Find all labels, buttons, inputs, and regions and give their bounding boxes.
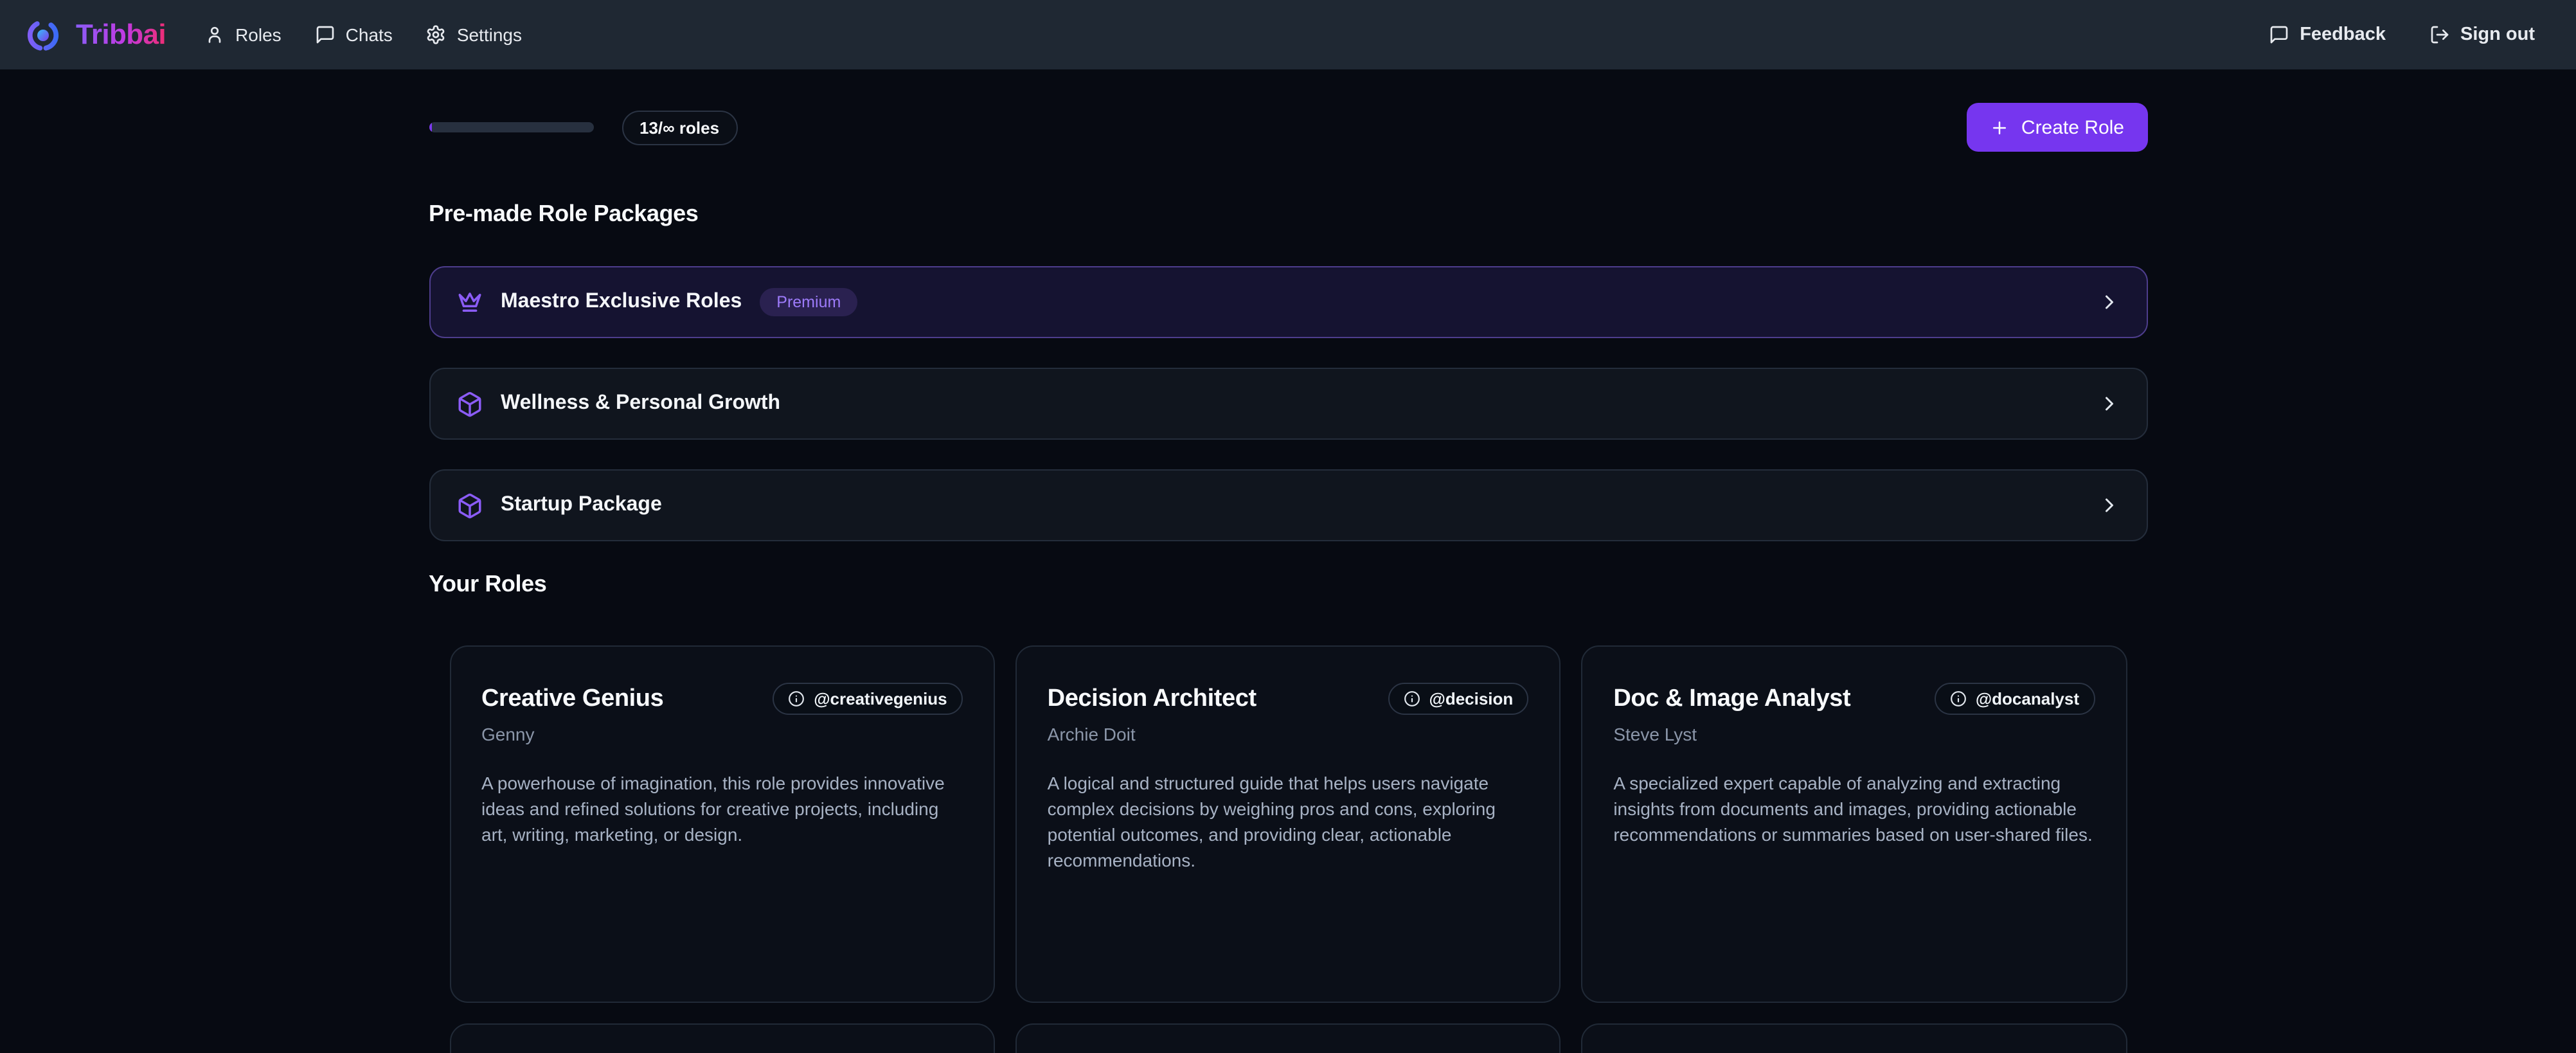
package-list: Maestro Exclusive Roles Premium Wellness… [429, 266, 2147, 541]
brand-name: Tribbai [76, 18, 166, 51]
nav-item-roles[interactable]: Roles [204, 24, 282, 45]
info-icon [788, 690, 805, 707]
nav-label: Roles [235, 24, 282, 45]
gear-icon [426, 24, 447, 45]
your-roles-section-title: Your Roles [429, 571, 2147, 598]
role-card-partial[interactable] [449, 1023, 995, 1053]
role-cards-grid: Creative Genius @creativegenius Genny A … [429, 645, 2147, 1053]
brand[interactable]: Tribbai [26, 17, 166, 52]
nav-label: Chats [346, 24, 393, 45]
role-subtitle: Archie Doit [1048, 724, 1529, 744]
package-row-maestro[interactable]: Maestro Exclusive Roles Premium [429, 266, 2147, 338]
info-icon [1950, 690, 1967, 707]
tribbai-logo-icon [26, 17, 60, 52]
card-header: Doc & Image Analyst @docanalyst [1613, 683, 2095, 715]
main-content: 13/∞ roles Create Role Pre-made Role Pac… [429, 103, 2147, 1053]
package-row-wellness[interactable]: Wellness & Personal Growth [429, 368, 2147, 440]
primary-nav: Roles Chats Settings [204, 24, 522, 45]
package-title: Startup Package [501, 494, 662, 517]
plus-icon [1990, 118, 2010, 137]
app-root: Tribbai Roles Chats Settings [0, 0, 2576, 1053]
roles-toolbar: 13/∞ roles Create Role [429, 103, 2147, 152]
crown-icon [456, 289, 483, 316]
role-card-creative-genius[interactable]: Creative Genius @creativegenius Genny A … [449, 645, 995, 1003]
role-subtitle: Steve Lyst [1613, 724, 2095, 744]
topbar-right: Feedback Sign out [2269, 24, 2535, 45]
role-description: A specialized expert capable of analyzin… [1613, 770, 2095, 847]
package-title: Wellness & Personal Growth [501, 392, 780, 415]
package-row-startup[interactable]: Startup Package [429, 469, 2147, 541]
create-role-label: Create Role [2021, 116, 2124, 138]
feedback-label: Feedback [2300, 24, 2386, 45]
chevron-right-icon [2097, 291, 2120, 314]
chevron-right-icon [2097, 392, 2120, 415]
top-navigation-bar: Tribbai Roles Chats Settings [0, 0, 2576, 69]
roles-usage-progress-fill [429, 122, 432, 132]
chevron-right-icon [2097, 494, 2120, 517]
sign-out-label: Sign out [2460, 24, 2535, 45]
chat-icon [315, 24, 335, 45]
role-handle-badge[interactable]: @docanalyst [1935, 683, 2095, 715]
sign-out-button[interactable]: Sign out [2429, 24, 2535, 45]
role-handle-badge[interactable]: @creativegenius [773, 683, 962, 715]
role-card-decision-architect[interactable]: Decision Architect @decision Archie Doit… [1015, 645, 1561, 1003]
role-handle: @decision [1429, 689, 1513, 708]
info-icon [1403, 690, 1420, 707]
role-subtitle: Genny [481, 724, 963, 744]
role-card-partial[interactable] [1015, 1023, 1561, 1053]
roles-count-badge: 13/∞ roles [622, 110, 737, 145]
nav-item-settings[interactable]: Settings [426, 24, 522, 45]
role-handle: @creativegenius [814, 689, 947, 708]
package-icon [456, 390, 483, 417]
roles-usage-progress-bar [429, 122, 593, 132]
sign-out-icon [2429, 24, 2450, 45]
role-card-doc-image-analyst[interactable]: Doc & Image Analyst @docanalyst Steve Ly… [1581, 645, 2127, 1003]
nav-label: Settings [457, 24, 522, 45]
role-handle: @docanalyst [1976, 689, 2079, 708]
role-title: Creative Genius [481, 685, 663, 713]
user-icon [204, 24, 225, 45]
card-header: Creative Genius @creativegenius [481, 683, 963, 715]
role-description: A logical and structured guide that help… [1048, 770, 1529, 873]
role-description: A powerhouse of imagination, this role p… [481, 770, 963, 847]
feedback-icon [2269, 24, 2289, 45]
package-title: Maestro Exclusive Roles [501, 291, 742, 314]
role-handle-badge[interactable]: @decision [1388, 683, 1528, 715]
package-icon [456, 492, 483, 519]
role-title: Decision Architect [1048, 685, 1257, 713]
role-card-partial[interactable] [1581, 1023, 2127, 1053]
create-role-button[interactable]: Create Role [1967, 103, 2147, 152]
card-header: Decision Architect @decision [1048, 683, 1529, 715]
nav-item-chats[interactable]: Chats [315, 24, 393, 45]
premium-badge: Premium [760, 288, 857, 316]
feedback-button[interactable]: Feedback [2269, 24, 2386, 45]
packages-section-title: Pre-made Role Packages [429, 201, 2147, 228]
role-title: Doc & Image Analyst [1613, 685, 1850, 713]
